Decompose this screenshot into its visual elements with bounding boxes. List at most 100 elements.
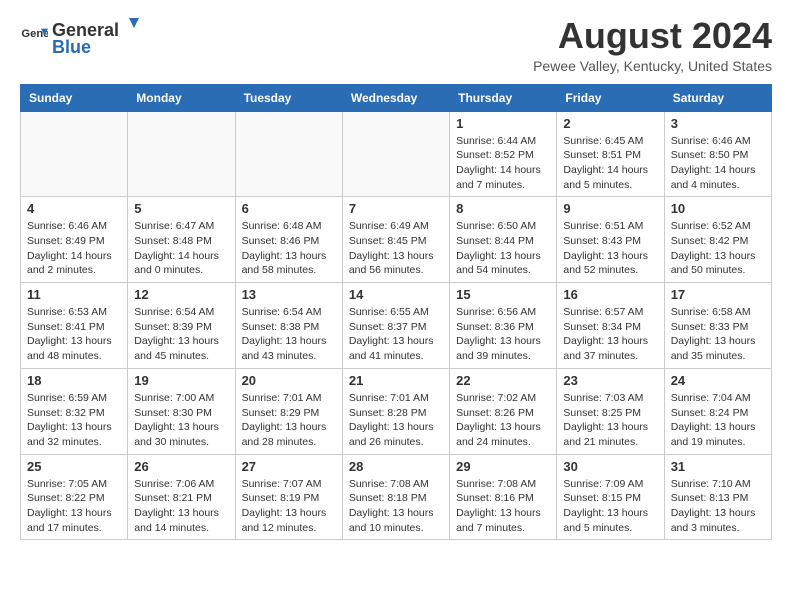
calendar-cell: 13 Sunrise: 6:54 AM Sunset: 8:38 PM Dayli…	[235, 283, 342, 369]
calendar-cell	[342, 111, 449, 197]
day-info: Sunrise: 7:01 AM Sunset: 8:28 PM Dayligh…	[349, 391, 443, 450]
day-info: Sunrise: 6:46 AM Sunset: 8:50 PM Dayligh…	[671, 134, 765, 193]
day-number: 14	[349, 287, 443, 302]
day-number: 5	[134, 201, 228, 216]
calendar-cell: 9 Sunrise: 6:51 AM Sunset: 8:43 PM Daylig…	[557, 197, 664, 283]
calendar-cell: 8 Sunrise: 6:50 AM Sunset: 8:44 PM Daylig…	[450, 197, 557, 283]
calendar-cell: 27Sunrise: 7:07 AM Sunset: 8:19 PM Dayli…	[235, 454, 342, 540]
calendar-header-thursday: Thursday	[450, 84, 557, 111]
day-info: Sunrise: 7:05 AM Sunset: 8:22 PM Dayligh…	[27, 477, 121, 536]
calendar-cell: 23 Sunrise: 7:03 AM Sunset: 8:25 PM Dayli…	[557, 368, 664, 454]
calendar-header-wednesday: Wednesday	[342, 84, 449, 111]
day-info: Sunrise: 7:03 AM Sunset: 8:25 PM Dayligh…	[563, 391, 657, 450]
day-number: 24	[671, 373, 765, 388]
day-number: 23	[563, 373, 657, 388]
calendar-cell: 15 Sunrise: 6:56 AM Sunset: 8:36 PM Dayli…	[450, 283, 557, 369]
day-info: Sunrise: 7:08 AM Sunset: 8:18 PM Dayligh…	[349, 477, 443, 536]
calendar-cell: 16 Sunrise: 6:57 AM Sunset: 8:34 PM Dayli…	[557, 283, 664, 369]
day-number: 25	[27, 459, 121, 474]
day-info: Sunrise: 6:47 AM Sunset: 8:48 PM Dayligh…	[134, 219, 228, 278]
calendar-cell: 12 Sunrise: 6:54 AM Sunset: 8:39 PM Dayli…	[128, 283, 235, 369]
day-info: Sunrise: 6:45 AM Sunset: 8:51 PM Dayligh…	[563, 134, 657, 193]
title-block: August 2024 Pewee Valley, Kentucky, Unit…	[533, 16, 772, 74]
calendar-cell: 22Sunrise: 7:02 AM Sunset: 8:26 PM Dayli…	[450, 368, 557, 454]
calendar-cell	[21, 111, 128, 197]
calendar-cell: 30 Sunrise: 7:09 AM Sunset: 8:15 PM Dayli…	[557, 454, 664, 540]
day-number: 1	[456, 116, 550, 131]
day-info: Sunrise: 6:59 AM Sunset: 8:32 PM Dayligh…	[27, 391, 121, 450]
calendar-header-monday: Monday	[128, 84, 235, 111]
calendar-cell: 5 Sunrise: 6:47 AM Sunset: 8:48 PM Daylig…	[128, 197, 235, 283]
day-info: Sunrise: 7:09 AM Sunset: 8:15 PM Dayligh…	[563, 477, 657, 536]
calendar-cell: 24 Sunrise: 7:04 AM Sunset: 8:24 PM Dayli…	[664, 368, 771, 454]
day-info: Sunrise: 7:08 AM Sunset: 8:16 PM Dayligh…	[456, 477, 550, 536]
calendar-header-row: SundayMondayTuesdayWednesdayThursdayFrid…	[21, 84, 772, 111]
day-number: 2	[563, 116, 657, 131]
day-number: 7	[349, 201, 443, 216]
day-info: Sunrise: 6:46 AM Sunset: 8:49 PM Dayligh…	[27, 219, 121, 278]
calendar-cell: 21 Sunrise: 7:01 AM Sunset: 8:28 PM Dayli…	[342, 368, 449, 454]
calendar-cell: 31 Sunrise: 7:10 AM Sunset: 8:13 PM Dayli…	[664, 454, 771, 540]
calendar-header-sunday: Sunday	[21, 84, 128, 111]
day-info: Sunrise: 7:04 AM Sunset: 8:24 PM Dayligh…	[671, 391, 765, 450]
day-number: 9	[563, 201, 657, 216]
calendar-cell: 6Sunrise: 6:48 AM Sunset: 8:46 PM Daylig…	[235, 197, 342, 283]
calendar-cell: 14 Sunrise: 6:55 AM Sunset: 8:37 PM Dayli…	[342, 283, 449, 369]
calendar-cell: 11Sunrise: 6:53 AM Sunset: 8:41 PM Dayli…	[21, 283, 128, 369]
day-number: 10	[671, 201, 765, 216]
day-number: 16	[563, 287, 657, 302]
day-number: 31	[671, 459, 765, 474]
day-number: 4	[27, 201, 121, 216]
day-number: 20	[242, 373, 336, 388]
calendar-cell: 17Sunrise: 6:58 AM Sunset: 8:33 PM Dayli…	[664, 283, 771, 369]
day-info: Sunrise: 6:54 AM Sunset: 8:39 PM Dayligh…	[134, 305, 228, 364]
day-number: 21	[349, 373, 443, 388]
calendar-cell: 2 Sunrise: 6:45 AM Sunset: 8:51 PM Daylig…	[557, 111, 664, 197]
day-info: Sunrise: 6:55 AM Sunset: 8:37 PM Dayligh…	[349, 305, 443, 364]
day-number: 15	[456, 287, 550, 302]
day-info: Sunrise: 7:02 AM Sunset: 8:26 PM Dayligh…	[456, 391, 550, 450]
month-year-title: August 2024	[533, 16, 772, 56]
day-number: 30	[563, 459, 657, 474]
calendar-cell	[235, 111, 342, 197]
day-info: Sunrise: 6:53 AM Sunset: 8:41 PM Dayligh…	[27, 305, 121, 364]
calendar-cell: 10 Sunrise: 6:52 AM Sunset: 8:42 PM Dayli…	[664, 197, 771, 283]
calendar-table: SundayMondayTuesdayWednesdayThursdayFrid…	[20, 84, 772, 541]
day-number: 12	[134, 287, 228, 302]
calendar-week-row: 18 Sunrise: 6:59 AM Sunset: 8:32 PM Dayli…	[21, 368, 772, 454]
day-number: 17	[671, 287, 765, 302]
day-info: Sunrise: 6:57 AM Sunset: 8:34 PM Dayligh…	[563, 305, 657, 364]
day-number: 26	[134, 459, 228, 474]
calendar-header-friday: Friday	[557, 84, 664, 111]
day-number: 18	[27, 373, 121, 388]
day-info: Sunrise: 6:49 AM Sunset: 8:45 PM Dayligh…	[349, 219, 443, 278]
day-info: Sunrise: 6:52 AM Sunset: 8:42 PM Dayligh…	[671, 219, 765, 278]
calendar-cell	[128, 111, 235, 197]
logo-icon: General	[20, 23, 48, 51]
location-subtitle: Pewee Valley, Kentucky, United States	[533, 58, 772, 74]
day-number: 28	[349, 459, 443, 474]
calendar-cell: 19Sunrise: 7:00 AM Sunset: 8:30 PM Dayli…	[128, 368, 235, 454]
day-info: Sunrise: 6:56 AM Sunset: 8:36 PM Dayligh…	[456, 305, 550, 364]
day-number: 29	[456, 459, 550, 474]
calendar-cell: 29 Sunrise: 7:08 AM Sunset: 8:16 PM Dayli…	[450, 454, 557, 540]
day-info: Sunrise: 6:50 AM Sunset: 8:44 PM Dayligh…	[456, 219, 550, 278]
calendar-cell: 7 Sunrise: 6:49 AM Sunset: 8:45 PM Daylig…	[342, 197, 449, 283]
calendar-week-row: 4 Sunrise: 6:46 AM Sunset: 8:49 PM Daylig…	[21, 197, 772, 283]
calendar-cell: 20 Sunrise: 7:01 AM Sunset: 8:29 PM Dayli…	[235, 368, 342, 454]
day-number: 8	[456, 201, 550, 216]
day-info: Sunrise: 6:54 AM Sunset: 8:38 PM Dayligh…	[242, 305, 336, 364]
day-number: 3	[671, 116, 765, 131]
day-info: Sunrise: 6:51 AM Sunset: 8:43 PM Dayligh…	[563, 219, 657, 278]
day-info: Sunrise: 7:10 AM Sunset: 8:13 PM Dayligh…	[671, 477, 765, 536]
calendar-cell: 28 Sunrise: 7:08 AM Sunset: 8:18 PM Dayli…	[342, 454, 449, 540]
day-number: 13	[242, 287, 336, 302]
calendar-week-row: 1 Sunrise: 6:44 AM Sunset: 8:52 PM Daylig…	[21, 111, 772, 197]
calendar-cell: 25 Sunrise: 7:05 AM Sunset: 8:22 PM Dayli…	[21, 454, 128, 540]
calendar-cell: 4 Sunrise: 6:46 AM Sunset: 8:49 PM Daylig…	[21, 197, 128, 283]
calendar-header-saturday: Saturday	[664, 84, 771, 111]
day-number: 19	[134, 373, 228, 388]
calendar-cell: 3 Sunrise: 6:46 AM Sunset: 8:50 PM Daylig…	[664, 111, 771, 197]
day-info: Sunrise: 6:44 AM Sunset: 8:52 PM Dayligh…	[456, 134, 550, 193]
day-info: Sunrise: 7:01 AM Sunset: 8:29 PM Dayligh…	[242, 391, 336, 450]
